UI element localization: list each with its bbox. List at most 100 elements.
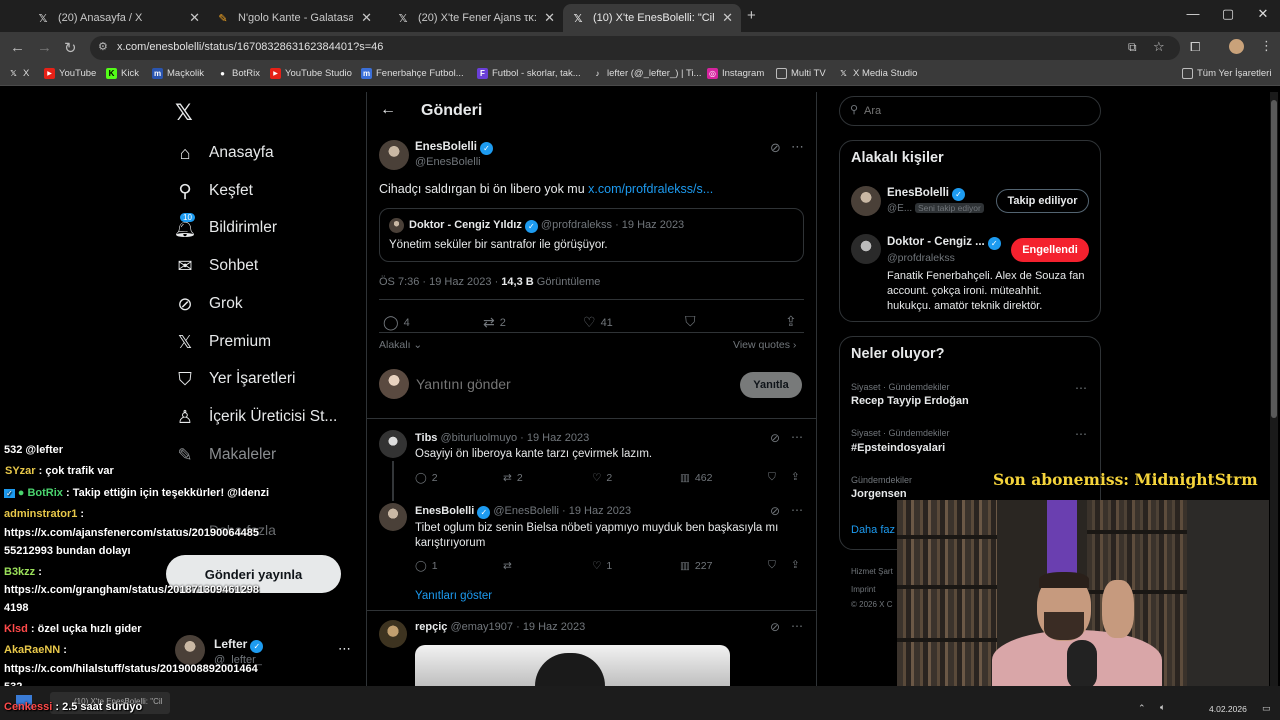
nav-notifications[interactable]: 🔔︎ 10 Bildirimler — [174, 213, 277, 238]
blocked-button[interactable]: Engellendi — [1011, 238, 1089, 262]
nav-bookmarks[interactable]: ⛉ Yer İşaretleri — [175, 369, 295, 389]
post-link[interactable]: x.com/profdralekss/s... — [588, 182, 713, 196]
bookmark-action[interactable]: ⛉ — [768, 559, 776, 572]
grok-icon[interactable]: ⊘ — [770, 431, 780, 445]
grok-icon[interactable]: ⊘ — [770, 140, 781, 156]
notifications-icon[interactable]: ▭ — [1262, 703, 1271, 714]
x-logo-icon[interactable]: 𝕏 — [175, 100, 193, 126]
person-name[interactable]: Doktor - Cengiz ... ✓ — [887, 236, 1001, 250]
share-action[interactable]: ⇪ — [791, 559, 800, 571]
repost-action[interactable]: ⇄ 2 — [483, 314, 506, 331]
bookmark-mackolik[interactable]: m Maçkolik — [152, 68, 204, 79]
maximize-button[interactable]: ▢ — [1213, 6, 1243, 22]
account-more-icon[interactable]: ⋯ — [338, 641, 351, 657]
chevron-up-icon[interactable]: ⌃ — [1138, 703, 1146, 714]
grok-icon[interactable]: ⊘ — [770, 620, 780, 634]
nav-explore[interactable]: ⚲ Keşfet — [175, 181, 253, 201]
repost-action[interactable]: ⇄ — [503, 560, 517, 572]
view-quotes-link[interactable]: View quotes › — [733, 339, 796, 351]
trend-name[interactable]: Recep Tayyip Erdoğan — [851, 395, 969, 407]
reply-button[interactable]: Yanıtla — [740, 372, 802, 398]
nav-articles[interactable]: ✎ Makaleler — [175, 445, 276, 465]
bookmark-tiktok[interactable]: ♪ lefter (@_lefter_) | Ti... — [592, 68, 702, 79]
trend-name[interactable]: Jorgensen — [851, 488, 907, 500]
sort-dropdown[interactable]: Alakalı ⌄ — [379, 339, 422, 351]
close-icon[interactable]: ✕ — [544, 10, 555, 26]
author-avatar[interactable] — [379, 140, 409, 170]
close-icon[interactable]: ✕ — [189, 10, 200, 26]
bookmark-multitv[interactable]: Multi TV — [776, 68, 826, 79]
forward-button[interactable]: → — [37, 39, 52, 56]
reply-action[interactable]: ◯ 4 — [383, 314, 410, 331]
more-icon[interactable]: ⋯ — [791, 503, 803, 517]
repost-action[interactable]: ⇄ 2 — [503, 472, 523, 484]
close-icon[interactable]: ✕ — [722, 10, 733, 26]
reply-avatar[interactable] — [379, 503, 407, 531]
footer-imprint[interactable]: Imprint — [851, 585, 875, 594]
nav-creator-studio[interactable]: ♙ İçerik Üreticisi St... — [175, 407, 337, 427]
show-replies-link[interactable]: Yanıtları göster — [415, 590, 492, 602]
nav-grok[interactable]: ⊘ Grok — [175, 294, 242, 314]
new-tab-button[interactable]: + — [747, 7, 756, 24]
person-name[interactable]: EnesBolelli ✓ — [887, 187, 965, 201]
footer-terms[interactable]: Hizmet Şart — [851, 567, 893, 576]
show-more-link[interactable]: Daha faz — [851, 524, 895, 536]
grok-icon[interactable]: ⊘ — [770, 504, 780, 518]
bookmark-x[interactable]: 𝕏X — [8, 68, 29, 79]
trend-more-icon[interactable]: ⋯ — [1075, 381, 1087, 395]
install-icon[interactable]: ⧉ — [1128, 40, 1137, 55]
back-button[interactable]: ← — [10, 39, 25, 56]
tab-enesbolelli[interactable]: 𝕏 (10) X'te EnesBolelli: "Cihadçı sa ✕ — [563, 4, 741, 32]
bookmark-xmedia[interactable]: 𝕏X Media Studio — [838, 68, 917, 79]
like-action[interactable]: ♡ 2 — [592, 472, 612, 484]
extensions-icon[interactable]: ⧠ — [1190, 39, 1200, 55]
views-action[interactable]: ▥ 227 — [680, 560, 712, 572]
nav-premium[interactable]: 𝕏 Premium — [175, 332, 271, 352]
site-info-icon[interactable]: ⚙ — [98, 40, 108, 53]
speaker-icon[interactable]: 🔈︎ — [1160, 702, 1165, 713]
tab-anasayfa[interactable]: 𝕏 (20) Anasayfa / X ✕ — [28, 4, 208, 32]
person-avatar[interactable] — [851, 234, 881, 264]
tab-kante[interactable]: ✎ N'golo Kante - Galatasaray Söz ✕ — [208, 4, 380, 32]
more-icon[interactable]: ⋯ — [791, 139, 804, 155]
following-button[interactable]: Takip ediliyor — [996, 189, 1089, 213]
reply-image[interactable] — [415, 645, 730, 686]
reply-avatar[interactable] — [379, 620, 407, 648]
like-action[interactable]: ♡ 41 — [583, 314, 613, 331]
more-icon[interactable]: ⋯ — [791, 430, 803, 444]
account-avatar[interactable] — [175, 635, 205, 665]
bookmark-action[interactable]: ⛉ — [685, 313, 696, 330]
minimize-button[interactable]: — — [1178, 6, 1208, 21]
bookmark-youtube-studio[interactable]: ▶ YouTube Studio — [270, 68, 352, 79]
share-action[interactable]: ⇪ — [791, 471, 800, 483]
nav-chat[interactable]: ✉ Sohbet — [175, 256, 258, 276]
bookmark-action[interactable]: ⛉ — [768, 471, 776, 484]
menu-icon[interactable]: ⋮ — [1260, 38, 1273, 54]
share-action[interactable]: ⇪ — [785, 313, 797, 330]
bookmark-youtube[interactable]: ▶ YouTube — [44, 68, 96, 79]
like-action[interactable]: ♡ 1 — [592, 560, 612, 572]
account-name[interactable]: Lefter ✓ — [214, 637, 264, 653]
bookmark-instagram[interactable]: ◎ Instagram — [707, 68, 764, 79]
search-input[interactable] — [864, 102, 1084, 120]
bookmark-futbol[interactable]: F Futbol - skorlar, tak... — [477, 68, 581, 79]
reply-action[interactable]: ◯ 2 — [415, 472, 438, 484]
close-icon[interactable]: ✕ — [361, 10, 372, 26]
quoted-post[interactable] — [379, 208, 804, 262]
reply-input[interactable] — [416, 372, 716, 396]
bookmark-fenerbahce[interactable]: m Fenerbahçe Futbol... — [361, 68, 464, 79]
star-icon[interactable]: ☆ — [1153, 39, 1165, 55]
trend-more-icon[interactable]: ⋯ — [1075, 427, 1087, 441]
reload-button[interactable]: ↻ — [64, 39, 77, 57]
trend-name[interactable]: #Epsteindosyalari — [851, 442, 945, 454]
all-bookmarks[interactable]: Tüm Yer İşaretleri — [1182, 68, 1271, 79]
views-action[interactable]: ▥ 462 — [680, 472, 712, 484]
scrollbar-thumb[interactable] — [1271, 100, 1277, 418]
profile-avatar[interactable] — [1229, 39, 1244, 54]
nav-home[interactable]: ⌂ Anasayfa — [175, 143, 274, 163]
back-arrow-icon[interactable]: ← — [380, 101, 396, 119]
tab-fener-ajans[interactable]: 𝕏 (20) X'te Fener Ajans τκ: "Ertan ✕ — [388, 4, 563, 32]
bookmark-kick[interactable]: K Kick — [106, 68, 139, 79]
more-icon[interactable]: ⋯ — [791, 619, 803, 633]
bookmark-botrix[interactable]: ● BotRix — [217, 68, 260, 79]
